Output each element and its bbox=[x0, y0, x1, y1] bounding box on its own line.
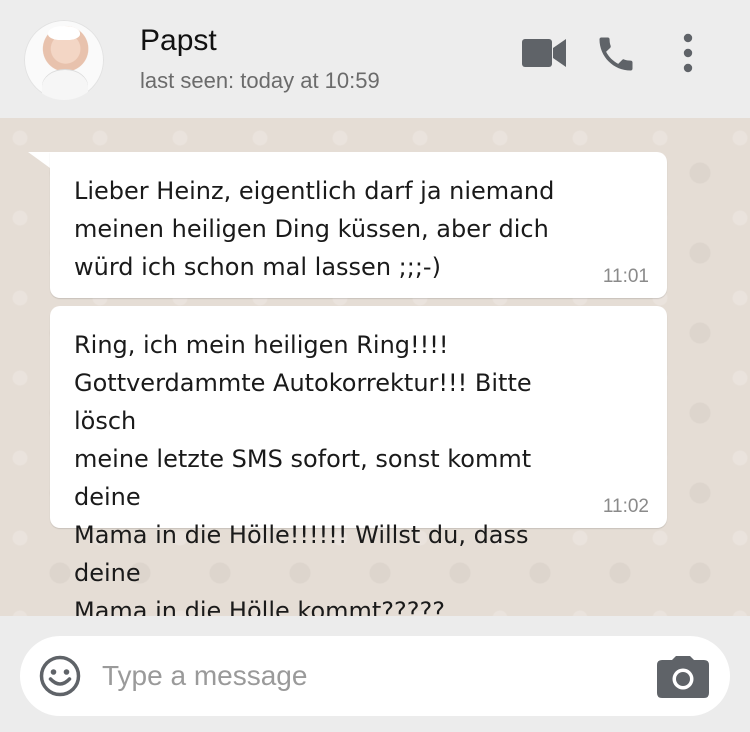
message-text: Lieber Heinz, eigentlich darf ja niemand… bbox=[74, 177, 555, 281]
bubble-tail bbox=[28, 152, 50, 168]
composer-bar bbox=[0, 616, 750, 732]
message-bubble[interactable]: Ring, ich mein heiligen Ring!!!! Gottver… bbox=[50, 306, 667, 616]
contact-avatar[interactable] bbox=[24, 20, 104, 100]
video-call-icon[interactable] bbox=[520, 36, 568, 74]
more-options-icon[interactable] bbox=[676, 32, 700, 80]
chat-header: Papst last seen: today at 10:59 bbox=[0, 0, 750, 118]
contact-name[interactable]: Papst bbox=[140, 24, 217, 58]
camera-icon[interactable] bbox=[656, 656, 710, 702]
message-timestamp: 11:01 bbox=[602, 266, 649, 287]
phone-icon[interactable] bbox=[594, 32, 638, 80]
message-input[interactable] bbox=[100, 652, 624, 700]
last-seen-status: last seen: today at 10:59 bbox=[140, 68, 380, 93]
message-bubble[interactable]: Lieber Heinz, eigentlich darf ja niemand… bbox=[50, 152, 667, 298]
message-timestamp: 11:02 bbox=[602, 496, 649, 517]
message-text: Ring, ich mein heiligen Ring!!!! Gottver… bbox=[74, 331, 532, 616]
message-input-box[interactable] bbox=[20, 636, 730, 716]
chat-area[interactable]: Lieber Heinz, eigentlich darf ja niemand… bbox=[0, 118, 750, 616]
emoji-icon[interactable] bbox=[38, 654, 82, 702]
